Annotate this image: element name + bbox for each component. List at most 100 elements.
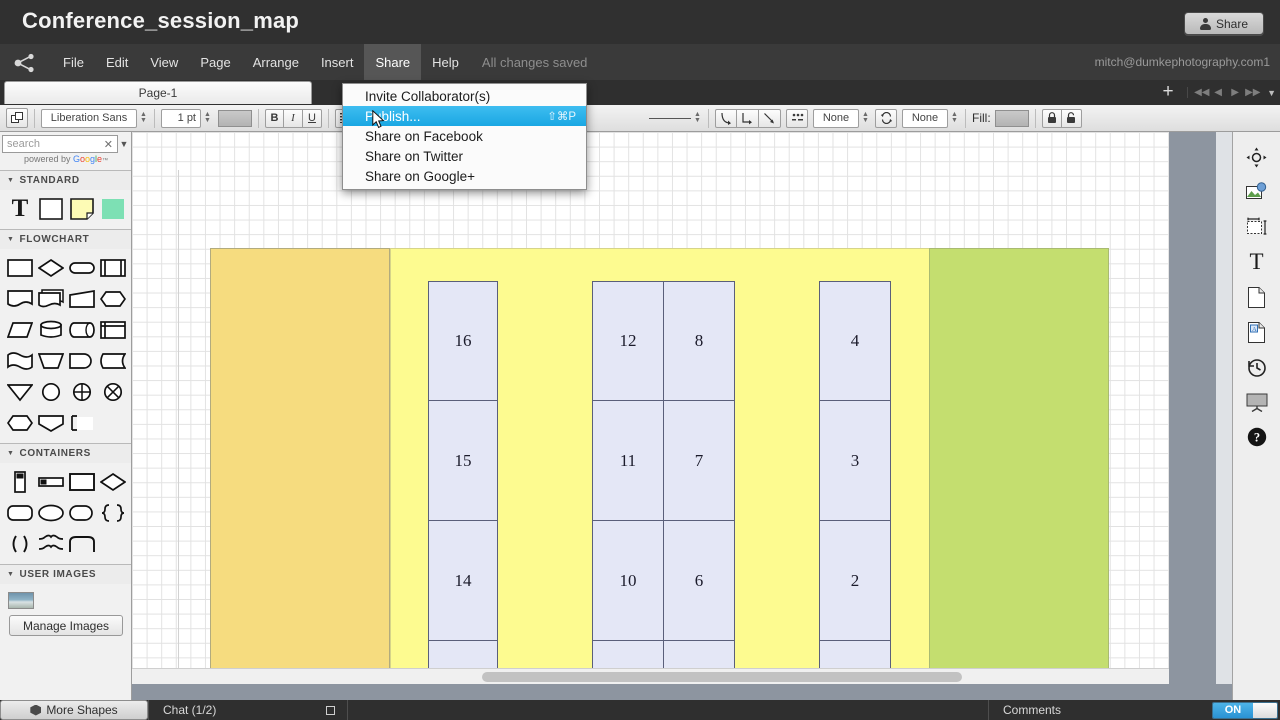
- prev-page-icon[interactable]: ◀: [1211, 87, 1225, 98]
- menu-option-invite-collaborators[interactable]: Invite Collaborator(s): [343, 86, 586, 106]
- menu-item-page[interactable]: Page: [189, 44, 241, 80]
- menu-item-edit[interactable]: Edit: [95, 44, 139, 80]
- font-size-stepper-icon[interactable]: ▲ ▼: [203, 109, 212, 128]
- line-pattern-button[interactable]: [786, 108, 808, 128]
- menu-item-share[interactable]: Share: [364, 44, 422, 80]
- seat-block[interactable]: 14: [428, 521, 498, 641]
- bold-button[interactable]: B: [265, 108, 284, 128]
- shape-predefined-process-icon[interactable]: [99, 254, 127, 282]
- shape-curly-braces-icon[interactable]: [99, 499, 127, 527]
- font-color-swatch[interactable]: [218, 109, 252, 127]
- menu-item-help[interactable]: Help: [421, 44, 470, 80]
- comments-toggle[interactable]: ON: [1212, 701, 1278, 719]
- underline-button[interactable]: U: [303, 108, 322, 128]
- shape-multidocument-icon[interactable]: [37, 285, 65, 313]
- end-arrow-stepper-icon[interactable]: ▲ ▼: [950, 109, 959, 128]
- revision-history-icon[interactable]: [1244, 354, 1270, 380]
- shape-vertical-container-icon[interactable]: [6, 468, 34, 496]
- section-header-containers[interactable]: ▼ CONTAINERS: [0, 443, 131, 463]
- share-nodes-logo-icon[interactable]: [13, 52, 37, 74]
- menu-option-share-googleplus[interactable]: Share on Google+: [343, 166, 586, 186]
- shape-summing-junction-icon[interactable]: [68, 378, 96, 406]
- italic-button[interactable]: I: [284, 108, 303, 128]
- page-tab-page-1[interactable]: Page-1: [4, 81, 312, 104]
- scrollbar-thumb[interactable]: [482, 672, 962, 682]
- shape-rounded-bracket-icon[interactable]: [68, 530, 96, 558]
- target-crosshair-icon[interactable]: [1244, 144, 1270, 170]
- font-family-select[interactable]: Liberation Sans: [41, 108, 137, 128]
- next-page-icon[interactable]: ▶: [1228, 87, 1242, 98]
- canvas-scroll-area[interactable]: 16 15 14 12 11 10 8 7 6 4 3 2: [132, 132, 1169, 684]
- seat-block[interactable]: 7: [663, 401, 735, 521]
- swap-arrows-button[interactable]: [875, 108, 897, 128]
- seat-block[interactable]: 10: [592, 521, 664, 641]
- shape-rect-container-icon[interactable]: [68, 468, 96, 496]
- canvas-horizontal-scrollbar[interactable]: [132, 668, 1169, 684]
- shape-parentheses-icon[interactable]: [6, 530, 34, 558]
- seat-block[interactable]: 4: [819, 281, 891, 401]
- menu-item-file[interactable]: File: [52, 44, 95, 80]
- shape-green-square-icon[interactable]: [99, 195, 127, 223]
- shape-document-icon[interactable]: [6, 285, 34, 313]
- shape-horizontal-container-icon[interactable]: [37, 468, 65, 496]
- line-width-stepper-icon[interactable]: ▲ ▼: [693, 109, 702, 128]
- shape-internal-storage-icon[interactable]: [99, 316, 127, 344]
- shape-process-rect-icon[interactable]: [6, 254, 34, 282]
- menu-option-share-twitter[interactable]: Share on Twitter: [343, 146, 586, 166]
- shape-ellipse-container-icon[interactable]: [37, 499, 65, 527]
- last-page-icon[interactable]: ▶▶: [1245, 87, 1260, 98]
- seat-block[interactable]: 2: [819, 521, 891, 641]
- unlock-button[interactable]: [1061, 108, 1082, 128]
- shape-tape-icon[interactable]: [6, 347, 34, 375]
- seat-block[interactable]: 11: [592, 401, 664, 521]
- zone-gold[interactable]: [210, 248, 390, 684]
- help-icon[interactable]: ?: [1244, 424, 1270, 450]
- straight-connector-button[interactable]: [759, 108, 781, 128]
- curved-connector-button[interactable]: [715, 108, 737, 128]
- lock-button[interactable]: [1041, 108, 1062, 128]
- fill-color-swatch[interactable]: [994, 109, 1029, 127]
- start-arrow-stepper-icon[interactable]: ▲ ▼: [861, 109, 870, 128]
- canvas-vertical-scrollbar[interactable]: [1216, 132, 1232, 684]
- shape-horizontal-brace-icon[interactable]: [37, 530, 65, 558]
- chat-panel-toggle[interactable]: Chat (1/2): [148, 700, 348, 720]
- shape-extract-hexagon-icon[interactable]: [6, 409, 34, 437]
- shape-or-circle-icon[interactable]: [99, 378, 127, 406]
- more-shapes-button[interactable]: More Shapes: [0, 700, 148, 720]
- presentation-icon[interactable]: [1244, 389, 1270, 415]
- seat-block[interactable]: 16: [428, 281, 498, 401]
- line-width-preview[interactable]: [649, 117, 691, 119]
- seat-block[interactable]: 15: [428, 401, 498, 521]
- section-header-flowchart[interactable]: ▼ FLOWCHART: [0, 229, 131, 249]
- shape-style-button[interactable]: [6, 108, 28, 128]
- zone-green[interactable]: [929, 248, 1109, 684]
- font-family-stepper-icon[interactable]: ▲ ▼: [139, 109, 148, 128]
- end-arrow-select[interactable]: None: [902, 108, 948, 128]
- first-page-icon[interactable]: ◀◀: [1194, 87, 1209, 98]
- shape-preparation-hexagon-icon[interactable]: [99, 285, 127, 313]
- add-page-button[interactable]: +: [1157, 81, 1179, 104]
- section-header-user-images[interactable]: ▼ USER IMAGES: [0, 564, 131, 584]
- seat-block[interactable]: 8: [663, 281, 735, 401]
- font-size-input[interactable]: 1 pt: [161, 108, 201, 128]
- shape-text-icon[interactable]: T: [6, 195, 34, 223]
- elbow-connector-button[interactable]: [737, 108, 759, 128]
- shape-diamond-container-icon[interactable]: [99, 468, 127, 496]
- seat-block[interactable]: 12: [592, 281, 664, 401]
- shape-manual-operation-icon[interactable]: [37, 347, 65, 375]
- resize-icon[interactable]: [1244, 214, 1270, 240]
- shape-display-icon[interactable]: [99, 347, 127, 375]
- chevron-down-icon[interactable]: ▼: [118, 139, 130, 149]
- menu-item-arrange[interactable]: Arrange: [242, 44, 310, 80]
- shape-terminator-icon[interactable]: [68, 254, 96, 282]
- seat-block[interactable]: 6: [663, 521, 735, 641]
- menu-item-view[interactable]: View: [139, 44, 189, 80]
- shape-direct-access-icon[interactable]: [68, 316, 96, 344]
- shape-card-icon[interactable]: [68, 409, 96, 437]
- search-input[interactable]: search ✕: [2, 135, 118, 153]
- shape-sticky-note-icon[interactable]: [68, 195, 96, 223]
- shape-database-cylinder-icon[interactable]: [37, 316, 65, 344]
- shape-manual-input-icon[interactable]: [68, 285, 96, 313]
- page-list-chevron-down-icon[interactable]: ▼: [1267, 88, 1276, 98]
- shape-rounded-container-icon[interactable]: [6, 499, 34, 527]
